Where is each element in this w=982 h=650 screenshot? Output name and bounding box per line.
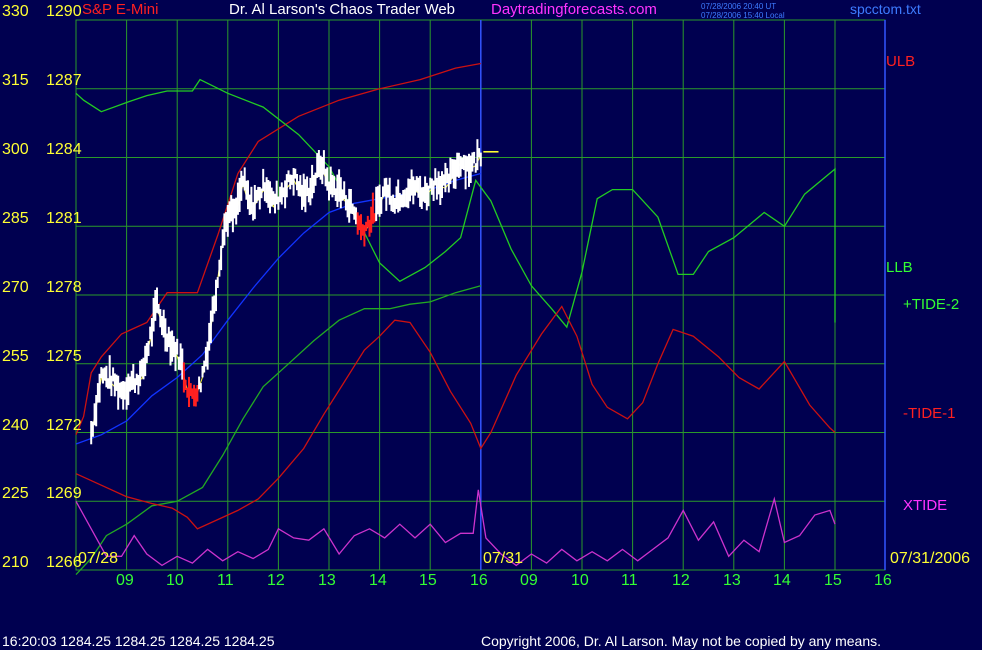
x-hour-tick: 12	[267, 572, 285, 589]
instrument-label: S&P E-Mini	[82, 1, 159, 18]
date-label: 07/31/2006	[890, 550, 971, 567]
x-hour-tick: 16	[874, 572, 892, 589]
y-price-tick: 1278	[46, 279, 82, 296]
y-left-tick: 270	[2, 279, 29, 296]
x-hour-tick: 14	[369, 572, 387, 589]
x-hour-tick: 10	[571, 572, 589, 589]
y-left-tick: 285	[2, 210, 29, 227]
y-price-tick: 1275	[46, 348, 82, 365]
site-link[interactable]: Daytradingforecasts.com	[491, 2, 657, 17]
x-hour-tick: 15	[419, 572, 437, 589]
legend-llb: LLB	[886, 259, 913, 276]
x-hour-tick: 09	[116, 572, 134, 589]
data-filename: spcctom.txt	[850, 1, 921, 17]
y-left-tick: 240	[2, 417, 29, 434]
y-price-tick: 1281	[46, 210, 82, 227]
legend-xtide: XTIDE	[903, 497, 948, 514]
y-price-tick: 1290	[46, 3, 82, 20]
y-left-tick: 300	[2, 141, 29, 158]
y-left-tick: 255	[2, 348, 29, 365]
y-price-tick: 1269	[46, 485, 82, 502]
x-hour-tick: 11	[217, 572, 234, 589]
timestamp-utc: 07/28/2006 20:40 UT	[701, 2, 777, 11]
date-label: 07/31	[483, 550, 524, 567]
x-hour-tick: 09	[520, 572, 538, 589]
copyright: Copyright 2006, Dr. Al Larson. May not b…	[481, 633, 882, 649]
timestamp-local: 07/28/2006 15:40 Local	[701, 11, 785, 20]
x-hour-tick: 13	[318, 572, 336, 589]
date-label: 07/28	[78, 550, 119, 567]
y-price-tick: 1287	[46, 72, 82, 89]
chart-title: Dr. Al Larson's Chaos Trader Web	[229, 1, 456, 18]
y-left-tick: 225	[2, 485, 29, 502]
y-left-tick: 315	[2, 72, 29, 89]
x-hour-tick: 16	[470, 572, 488, 589]
y-price-tick: 1272	[46, 417, 82, 434]
x-hour-tick: 15	[824, 572, 842, 589]
y-left-tick: 330	[2, 3, 29, 20]
y-price-tick: 1266	[46, 554, 82, 571]
x-hour-tick: 12	[672, 572, 690, 589]
x-hour-tick: 10	[166, 572, 184, 589]
legend-ulb: ULB	[886, 53, 916, 70]
legend-tide1: -TIDE-1	[903, 405, 956, 422]
x-hour-tick: 14	[773, 572, 791, 589]
y-price-tick: 1284	[46, 141, 82, 158]
y-left-tick: 210	[2, 554, 29, 571]
x-hour-tick: 13	[723, 572, 741, 589]
x-hour-tick: 11	[621, 572, 638, 589]
last-quote: 16:20:03 1284.25 1284.25 1284.25 1284.25	[2, 633, 275, 649]
legend-tide2: +TIDE-2	[903, 296, 960, 313]
